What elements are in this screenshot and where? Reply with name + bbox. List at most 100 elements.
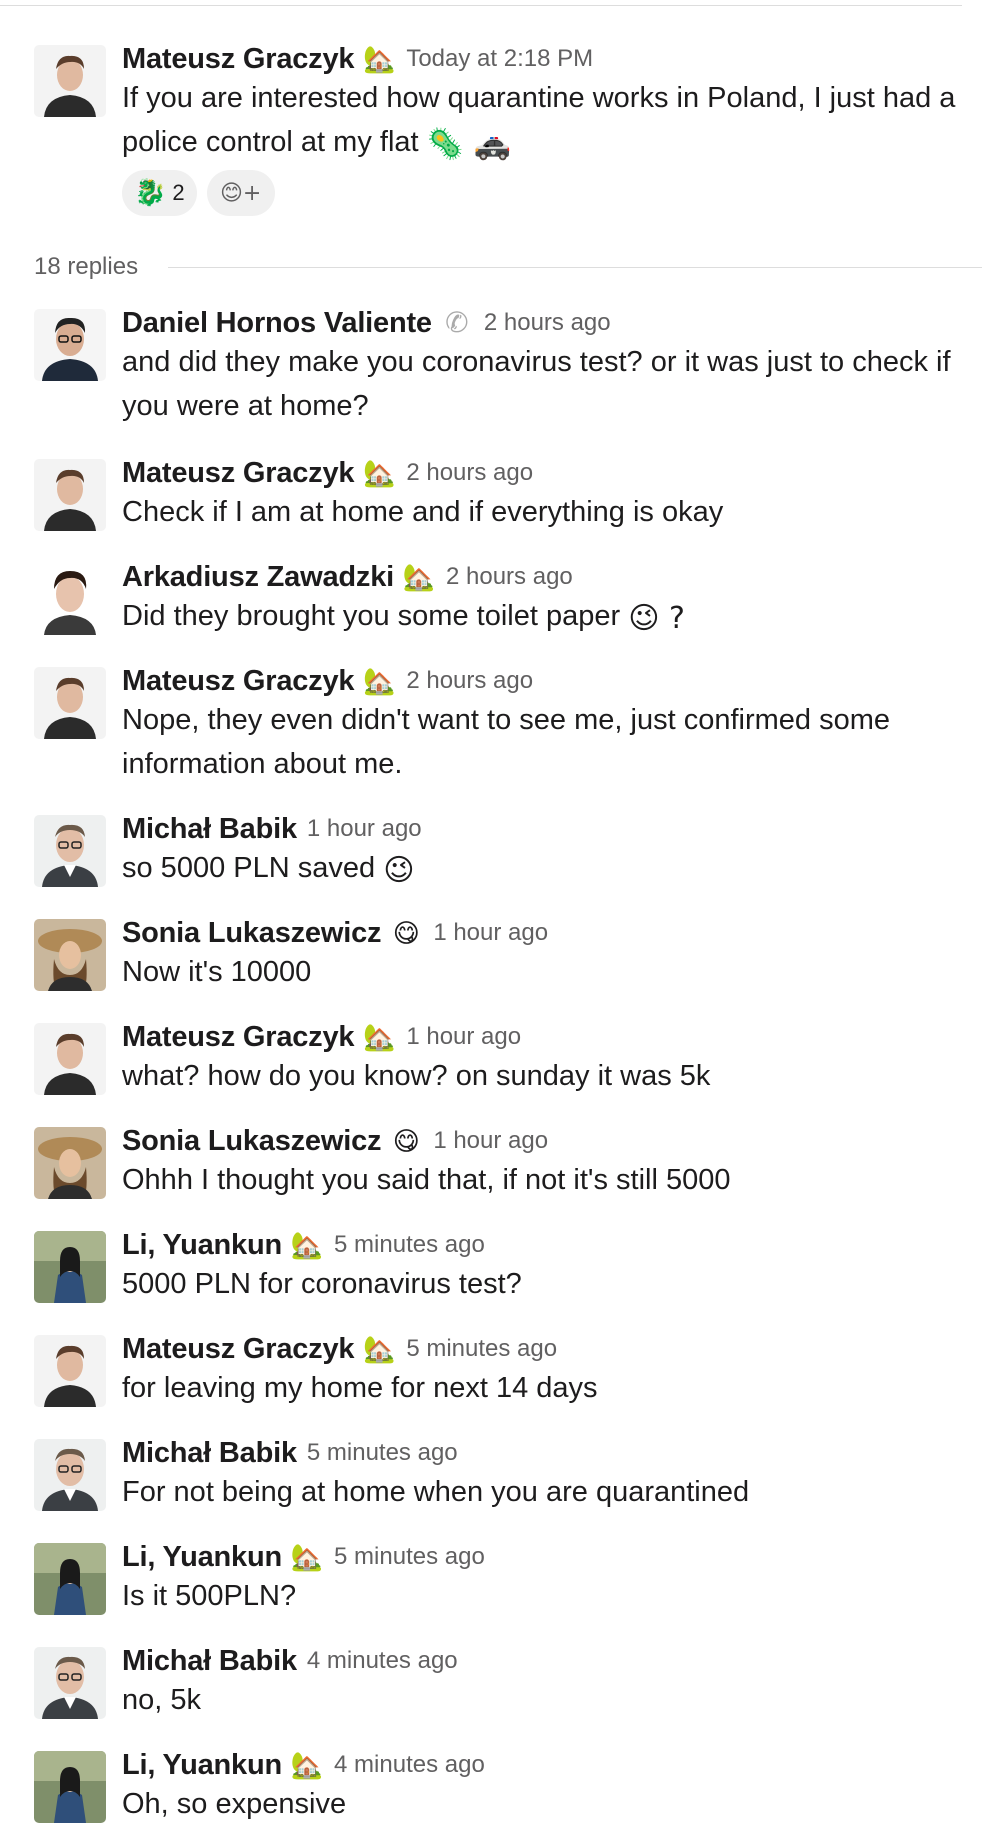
- add-reaction-icon: 😊+: [219, 180, 262, 206]
- timestamp[interactable]: 1 hour ago: [307, 815, 422, 843]
- message-text: For not being at home when you are quara…: [122, 1476, 750, 1508]
- dragon-icon: 🐉: [134, 178, 167, 208]
- message-text: Ohhh I thought you said that, if not it'…: [122, 1164, 731, 1196]
- author-name[interactable]: Li, Yuankun: [122, 1749, 282, 1782]
- timestamp[interactable]: 5 minutes ago: [334, 1231, 485, 1259]
- smiley-status-icon: 😋: [392, 918, 420, 948]
- add-reaction-button[interactable]: 😊+: [206, 170, 275, 216]
- top-divider: [0, 5, 962, 6]
- avatar-mateusz[interactable]: [34, 459, 106, 531]
- virus-police-car-emoji: 🦠 🚓: [426, 127, 511, 162]
- message-text: Now it's 10000: [122, 956, 312, 988]
- reply-message: Michał Babik 1 hour ago so 5000 PLN save…: [0, 812, 982, 890]
- reply-message: Sonia Lukaszewicz 😋 1 hour ago Ohhh I th…: [0, 1124, 982, 1202]
- timestamp[interactable]: 1 hour ago: [406, 1023, 521, 1051]
- message-text: If you are interested how quarantine wor…: [122, 82, 956, 162]
- reply-message: Mateusz Graczyk 🏡 2 hours ago Nope, they…: [0, 664, 982, 786]
- timestamp[interactable]: 5 minutes ago: [406, 1335, 557, 1363]
- smiley-status-icon: 😋: [392, 1126, 420, 1156]
- timestamp[interactable]: 4 minutes ago: [307, 1647, 458, 1675]
- house-status-icon: 🏡: [290, 1542, 324, 1572]
- message-text: Nope, they even didn't want to see me, j…: [122, 704, 890, 780]
- timestamp[interactable]: 2 hours ago: [406, 459, 533, 487]
- message-text: and did they make you coronavirus test? …: [122, 346, 951, 422]
- avatar-li[interactable]: [34, 1543, 106, 1615]
- timestamp[interactable]: 1 hour ago: [433, 1127, 548, 1155]
- avatar-sonia[interactable]: [34, 919, 106, 991]
- message-text: no, 5k: [122, 1684, 201, 1716]
- reply-message: Li, Yuankun 🏡 4 minutes ago Oh, so expen…: [0, 1748, 982, 1826]
- reply-message: Arkadiusz Zawadzki 🏡 2 hours ago Did the…: [0, 560, 982, 638]
- replies-divider: 18 replies: [0, 252, 982, 282]
- wink-emoji: 😉: [383, 853, 415, 888]
- message-text: for leaving my home for next 14 days: [122, 1372, 598, 1404]
- phone-status-icon: ✆: [445, 306, 469, 339]
- house-status-icon: 🏡: [363, 666, 396, 696]
- timestamp[interactable]: 5 minutes ago: [307, 1439, 458, 1467]
- avatar-mateusz[interactable]: [34, 45, 106, 117]
- message-text: 5000 PLN for coronavirus test?: [122, 1268, 522, 1300]
- reply-message: Daniel Hornos Valiente ✆ 2 hours ago and…: [0, 306, 982, 428]
- author-name[interactable]: Arkadiusz Zawadzki: [122, 561, 394, 594]
- avatar-arkadiusz[interactable]: [34, 563, 106, 635]
- timestamp[interactable]: 2 hours ago: [484, 309, 611, 337]
- author-name[interactable]: Michał Babik: [122, 1437, 297, 1470]
- author-name[interactable]: Mateusz Graczyk: [122, 1333, 355, 1366]
- message-text: Oh, so expensive: [122, 1788, 347, 1820]
- house-status-icon: 🏡: [363, 458, 396, 488]
- reply-message: Michał Babik 5 minutes ago For not being…: [0, 1436, 982, 1514]
- reply-message: Li, Yuankun 🏡 5 minutes ago Is it 500PLN…: [0, 1540, 982, 1618]
- author-name[interactable]: Li, Yuankun: [122, 1229, 282, 1262]
- house-status-icon: 🏡: [402, 562, 436, 592]
- timestamp[interactable]: Today at 2:18 PM: [406, 45, 593, 73]
- reply-message: Michał Babik 4 minutes ago no, 5k: [0, 1644, 982, 1722]
- thread-view: Mateusz Graczyk 🏡 Today at 2:18 PM If yo…: [0, 0, 982, 1842]
- author-name[interactable]: Daniel Hornos Valiente: [122, 307, 432, 340]
- house-status-icon: 🏡: [363, 1334, 396, 1364]
- message-text: Check if I am at home and if everything …: [122, 496, 724, 528]
- author-name[interactable]: Sonia Lukaszewicz: [122, 1125, 382, 1158]
- house-status-icon: 🏡: [290, 1750, 324, 1780]
- timestamp[interactable]: 2 hours ago: [406, 667, 533, 695]
- house-status-icon: 🏡: [363, 1022, 396, 1052]
- timestamp[interactable]: 1 hour ago: [433, 919, 548, 947]
- reply-message: Mateusz Graczyk 🏡 2 hours ago Check if I…: [0, 456, 982, 534]
- parent-message: Mateusz Graczyk 🏡 Today at 2:18 PM If yo…: [0, 42, 982, 216]
- reply-message: Mateusz Graczyk 🏡 1 hour ago what? how d…: [0, 1020, 982, 1098]
- message-text: Did they brought you some toilet paper 😉…: [122, 600, 685, 636]
- message-text: so 5000 PLN saved 😉: [122, 852, 415, 888]
- author-name[interactable]: Mateusz Graczyk: [122, 43, 355, 76]
- replies-line: [168, 266, 982, 268]
- avatar-li[interactable]: [34, 1751, 106, 1823]
- author-name[interactable]: Sonia Lukaszewicz: [122, 917, 382, 950]
- wink-emoji: 😉 ?: [628, 601, 685, 636]
- avatar-mateusz[interactable]: [34, 667, 106, 739]
- author-name[interactable]: Li, Yuankun: [122, 1541, 282, 1574]
- avatar-michal[interactable]: [34, 1439, 106, 1511]
- avatar-michal[interactable]: [34, 815, 106, 887]
- author-name[interactable]: Michał Babik: [122, 813, 297, 846]
- reply-message: Mateusz Graczyk 🏡 5 minutes ago for leav…: [0, 1332, 982, 1410]
- timestamp[interactable]: 5 minutes ago: [334, 1543, 485, 1571]
- house-status-icon: 🏡: [290, 1230, 324, 1260]
- avatar-li[interactable]: [34, 1231, 106, 1303]
- timestamp[interactable]: 2 hours ago: [446, 563, 573, 591]
- reaction-count: 2: [172, 180, 185, 205]
- house-status-icon: 🏡: [363, 44, 396, 74]
- avatar-michal[interactable]: [34, 1647, 106, 1719]
- message-text: what? how do you know? on sunday it was …: [122, 1060, 711, 1092]
- avatar-daniel[interactable]: [34, 309, 106, 381]
- author-name[interactable]: Mateusz Graczyk: [122, 665, 355, 698]
- message-text: Is it 500PLN?: [122, 1580, 297, 1612]
- reply-message: Sonia Lukaszewicz 😋 1 hour ago Now it's …: [0, 916, 982, 994]
- author-name[interactable]: Mateusz Graczyk: [122, 1021, 355, 1054]
- author-name[interactable]: Michał Babik: [122, 1645, 297, 1678]
- author-name[interactable]: Mateusz Graczyk: [122, 457, 355, 490]
- reactions-bar: 🐉 2 😊+: [122, 170, 962, 216]
- timestamp[interactable]: 4 minutes ago: [334, 1751, 485, 1779]
- avatar-mateusz[interactable]: [34, 1023, 106, 1095]
- reaction-dragon[interactable]: 🐉 2: [122, 170, 197, 216]
- replies-count: 18 replies: [34, 253, 139, 280]
- avatar-mateusz[interactable]: [34, 1335, 106, 1407]
- avatar-sonia[interactable]: [34, 1127, 106, 1199]
